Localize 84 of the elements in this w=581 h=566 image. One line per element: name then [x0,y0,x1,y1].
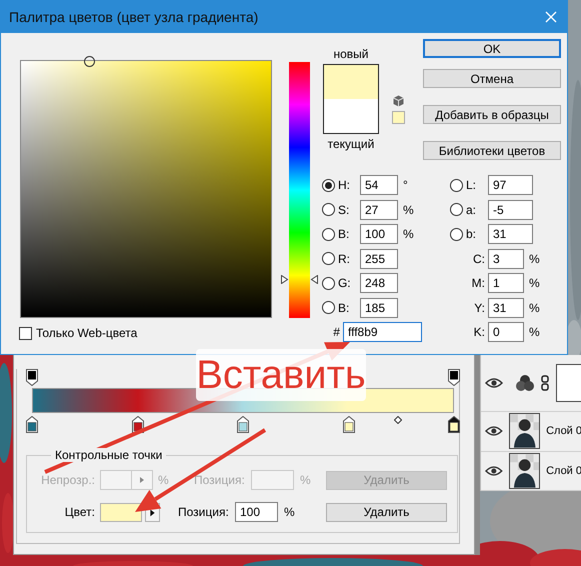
color-preview [322,64,379,134]
unit-label: % [300,473,312,487]
field-label: M: [470,276,485,290]
radio-button[interactable] [450,228,463,241]
web-color-swatch[interactable] [392,111,405,124]
field-label: b: [466,227,477,242]
field-label: R: [338,252,351,266]
checkbox[interactable] [19,326,32,340]
value-field[interactable]: 3 [488,248,524,269]
opacity-label: Непрозр.: [40,473,95,487]
field-label: B: [338,300,350,315]
opacity-stop[interactable] [448,369,460,386]
color-stop[interactable] [448,416,460,433]
position-label: Позиция: [178,505,230,519]
radio-button[interactable] [322,252,335,266]
callout-text: Вставить [196,355,366,395]
field-label: H: [338,178,351,192]
hex-label: # [332,325,340,340]
unit-label: % [158,473,170,487]
value-field[interactable]: 185 [360,298,398,318]
dialog-button[interactable]: Библиотеки цветов [423,141,561,160]
opacity-stop[interactable] [26,369,38,386]
radio-button[interactable] [450,178,463,192]
radio-button[interactable] [322,276,335,290]
field-label: G: [338,276,352,290]
eye-icon[interactable] [485,464,503,477]
radio-button[interactable] [322,301,335,314]
close-icon[interactable] [545,11,557,23]
value-field[interactable]: 248 [360,273,398,294]
unit-label: % [528,276,541,290]
value-field[interactable]: 54 [360,175,398,196]
mask-thumbnail[interactable] [556,364,581,402]
field-label: Y: [473,300,485,315]
radio-button[interactable] [322,228,335,241]
delete-button[interactable]: Удалить [326,502,447,522]
color-stop[interactable] [26,416,38,433]
field-label: K: [472,325,485,340]
position-field[interactable]: 100 [235,502,278,522]
unit-label: % [402,227,415,242]
midpoint-icon[interactable] [394,416,402,424]
value-field[interactable]: 31 [488,224,533,244]
color-stop[interactable] [342,416,354,433]
current-label: текущий [328,137,374,151]
dialog-button[interactable]: Добавить в образцы [423,105,561,124]
radio-button[interactable] [322,203,335,216]
color-stop[interactable] [237,416,249,433]
value-field[interactable]: 255 [360,248,398,269]
unit-label: % [284,505,296,519]
dialog-button[interactable]: OK [423,39,561,58]
eye-icon[interactable] [485,425,503,438]
opacity-field[interactable] [100,470,153,490]
eye-icon[interactable] [485,377,503,390]
position-label: Позиция: [194,473,246,487]
adjustment-icon[interactable] [515,374,535,392]
unit-label: ° [402,178,409,192]
color-swatch[interactable] [100,502,142,522]
new-label: новый [333,47,368,61]
field-label: B: [338,227,350,242]
value-field[interactable]: 1 [488,273,524,294]
value-field[interactable]: 31 [488,298,524,318]
color-label: Цвет: [64,505,95,519]
value-field[interactable]: -5 [488,200,533,220]
value-field[interactable]: 100 [360,224,398,244]
chain-icon[interactable] [541,375,549,392]
radio-button[interactable] [322,178,335,192]
value-field[interactable]: 97 [488,175,533,196]
unit-label: % [528,300,541,315]
unit-label: % [402,202,415,217]
value-field[interactable]: 0 [488,322,524,342]
field-label: C: [472,252,485,266]
radio-button[interactable] [450,203,463,216]
picker-marker[interactable] [84,56,94,67]
field-label: L: [466,178,477,192]
cube-icon[interactable] [392,95,404,107]
field-label: S: [338,202,350,217]
dialog-button[interactable]: Отмена [423,69,561,88]
checkbox-label: Только Web-цвета [36,326,138,340]
value-field[interactable]: 27 [360,200,398,220]
hex-field[interactable]: fff8b9 [342,322,422,342]
field-label: a: [466,202,477,217]
unit-label: % [528,325,541,340]
window-title: Палитра цветов (цвет узла градиента) [9,9,260,25]
hue-slider-thumb[interactable] [280,275,318,284]
unit-label: % [528,252,541,266]
